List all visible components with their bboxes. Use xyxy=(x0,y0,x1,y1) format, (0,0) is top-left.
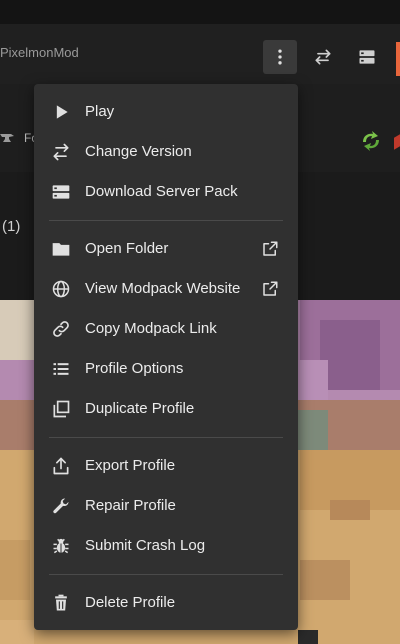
menu-item-open-folder[interactable]: Open Folder xyxy=(34,229,298,269)
menu-item-label: Profile Options xyxy=(85,360,184,377)
menu-item-duplicate-profile[interactable]: Duplicate Profile xyxy=(34,389,298,429)
menu-item-label: Copy Modpack Link xyxy=(85,320,217,337)
bug-icon xyxy=(53,538,69,554)
play-button-edge[interactable] xyxy=(396,42,400,76)
external-link-icon xyxy=(263,241,278,256)
update-arrows-icon[interactable] xyxy=(358,128,384,154)
top-strip xyxy=(0,0,400,24)
menu-item-repair-profile[interactable]: Repair Profile xyxy=(34,486,298,526)
menu-item-submit-crash-log[interactable]: Submit Crash Log xyxy=(34,526,298,566)
menu-item-label: Delete Profile xyxy=(85,594,176,611)
menu-divider xyxy=(49,437,283,438)
menu-item-label: View Modpack Website xyxy=(85,280,241,297)
menu-item-label: Duplicate Profile xyxy=(85,400,195,417)
item-count: (1) xyxy=(2,218,21,235)
duplicate-icon xyxy=(53,400,70,418)
swap-icon xyxy=(315,49,331,65)
more-vert-icon xyxy=(278,49,282,65)
trash-icon xyxy=(55,594,67,611)
external-link-icon xyxy=(263,281,278,296)
play-icon xyxy=(56,105,68,119)
folder-icon xyxy=(52,243,70,256)
server-icon xyxy=(52,185,70,199)
menu-item-label: Play xyxy=(85,103,115,120)
menu-item-view-modpack-website[interactable]: View Modpack Website xyxy=(34,269,298,309)
change-version-button[interactable] xyxy=(306,40,340,74)
menu-item-label: Change Version xyxy=(85,143,192,160)
menu-item-change-version[interactable]: Change Version xyxy=(34,132,298,172)
menu-item-label: Export Profile xyxy=(85,457,176,474)
profile-context-menu: Play Change Version Download Server Pack… xyxy=(34,84,298,630)
list-icon xyxy=(53,363,69,375)
wrench-icon xyxy=(53,498,69,514)
menu-item-copy-modpack-link[interactable]: Copy Modpack Link xyxy=(34,309,298,349)
menu-item-label: Submit Crash Log xyxy=(85,537,206,554)
link-icon xyxy=(53,321,69,337)
menu-item-label: Repair Profile xyxy=(85,497,176,514)
globe-icon xyxy=(52,280,70,298)
menu-divider xyxy=(49,574,283,575)
menu-item-profile-options[interactable]: Profile Options xyxy=(34,349,298,389)
anvil-icon xyxy=(0,134,14,142)
menu-item-label: Download Server Pack xyxy=(85,183,238,200)
menu-item-label: Open Folder xyxy=(85,240,169,257)
menu-item-download-server-pack[interactable]: Download Server Pack xyxy=(34,172,298,212)
red-marker xyxy=(394,134,400,150)
more-options-button[interactable] xyxy=(263,40,297,74)
menu-item-export-profile[interactable]: Export Profile xyxy=(34,446,298,486)
menu-item-delete-profile[interactable]: Delete Profile xyxy=(34,583,298,623)
menu-divider xyxy=(49,220,283,221)
export-icon xyxy=(53,457,69,475)
swap-icon xyxy=(53,143,69,161)
server-icon xyxy=(359,50,375,64)
profile-header: PixelmonMod xyxy=(0,24,400,84)
menu-item-play[interactable]: Play xyxy=(34,92,298,132)
server-pack-button[interactable] xyxy=(350,40,384,74)
modpack-title: PixelmonMod xyxy=(0,45,79,60)
